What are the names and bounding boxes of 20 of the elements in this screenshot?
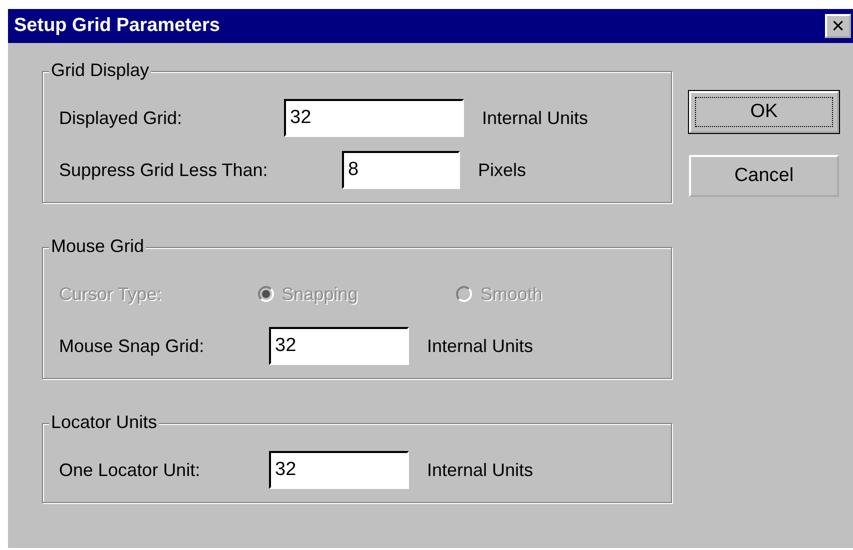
- field-label: Displayed Grid:: [59, 108, 184, 128]
- radio-label: Smooth: [480, 284, 542, 304]
- close-button[interactable]: ×: [825, 14, 851, 38]
- input-field[interactable]: 32: [269, 327, 409, 365]
- field-label: Mouse Snap Grid:: [59, 336, 206, 356]
- window-title: Setup Grid Parameters: [14, 15, 220, 37]
- dialog-button[interactable]: Cancel: [689, 155, 839, 197]
- group-title: Grid Display: [49, 60, 152, 81]
- input-field[interactable]: 32: [284, 99, 464, 137]
- unit-label: Internal Units: [427, 336, 534, 356]
- unit-label: Pixels: [478, 160, 526, 180]
- field-label: Cursor Type:: [59, 284, 163, 304]
- unit-label: Internal Units: [482, 108, 588, 128]
- dialog-button[interactable]: OK: [689, 91, 839, 133]
- radio-label: Snapping: [282, 284, 358, 304]
- unit-label: Internal Units: [427, 460, 534, 480]
- field-label: One Locator Unit:: [59, 460, 202, 480]
- input-field[interactable]: 32: [269, 451, 409, 489]
- field-label: Suppress Grid Less Than:: [59, 160, 269, 180]
- input-field[interactable]: 8: [342, 151, 460, 189]
